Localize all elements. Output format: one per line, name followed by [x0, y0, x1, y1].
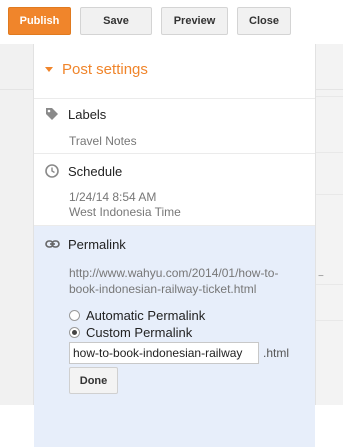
- done-button[interactable]: Done: [69, 367, 118, 394]
- custom-permalink-option[interactable]: Custom Permalink: [69, 325, 192, 340]
- custom-permalink-radio[interactable]: [69, 327, 80, 338]
- divider: [316, 284, 343, 285]
- editor-area-edge: [0, 44, 34, 405]
- divider: [316, 89, 343, 90]
- clock-icon: [45, 164, 59, 178]
- permalink-section: Permalink http://www.wahyu.com/2014/01/h…: [34, 226, 315, 447]
- schedule-timezone: West Indonesia Time: [69, 205, 181, 219]
- automatic-permalink-radio[interactable]: [69, 310, 80, 321]
- labels-title: Labels: [68, 107, 107, 122]
- post-settings-header[interactable]: Post settings: [34, 44, 315, 99]
- divider: [0, 89, 34, 90]
- automatic-permalink-label: Automatic Permalink: [86, 308, 206, 323]
- divider: [316, 152, 343, 153]
- labels-value: Travel Notes: [69, 134, 137, 148]
- link-icon: [45, 237, 60, 251]
- permalink-suffix: .html: [263, 346, 290, 360]
- permalink-slug-input[interactable]: [69, 342, 259, 364]
- close-button[interactable]: Close: [237, 7, 291, 35]
- post-settings-title: Post settings: [62, 61, 148, 78]
- publish-button[interactable]: Publish: [8, 7, 71, 35]
- permalink-url-line1: http://www.wahyu.com/2014/01/how-to-: [69, 266, 279, 280]
- caret-down-icon: [45, 67, 53, 72]
- post-settings-panel: Post settings Labels Travel Notes Schedu…: [34, 44, 315, 447]
- schedule-date: 1/24/14 8:54 AM: [69, 190, 157, 204]
- tag-icon: [45, 107, 59, 121]
- labels-section[interactable]: Labels Travel Notes: [34, 98, 315, 154]
- divider: [316, 194, 343, 195]
- expand-arrow-icon[interactable]: −: [318, 271, 324, 282]
- permalink-title: Permalink: [68, 237, 126, 252]
- schedule-title: Schedule: [68, 164, 123, 179]
- divider: [316, 96, 343, 97]
- custom-permalink-label: Custom Permalink: [86, 325, 193, 340]
- editor-toolbar: Publish Save Preview Close: [0, 0, 343, 44]
- sidebar-edge: −: [315, 44, 343, 405]
- save-button[interactable]: Save: [80, 7, 152, 35]
- permalink-url-line2: book-indonesian-railway-ticket.html: [69, 282, 257, 296]
- automatic-permalink-option[interactable]: Automatic Permalink: [69, 308, 205, 323]
- schedule-section[interactable]: Schedule 1/24/14 8:54 AM West Indonesia …: [34, 154, 315, 226]
- divider: [316, 320, 343, 321]
- preview-button[interactable]: Preview: [161, 7, 228, 35]
